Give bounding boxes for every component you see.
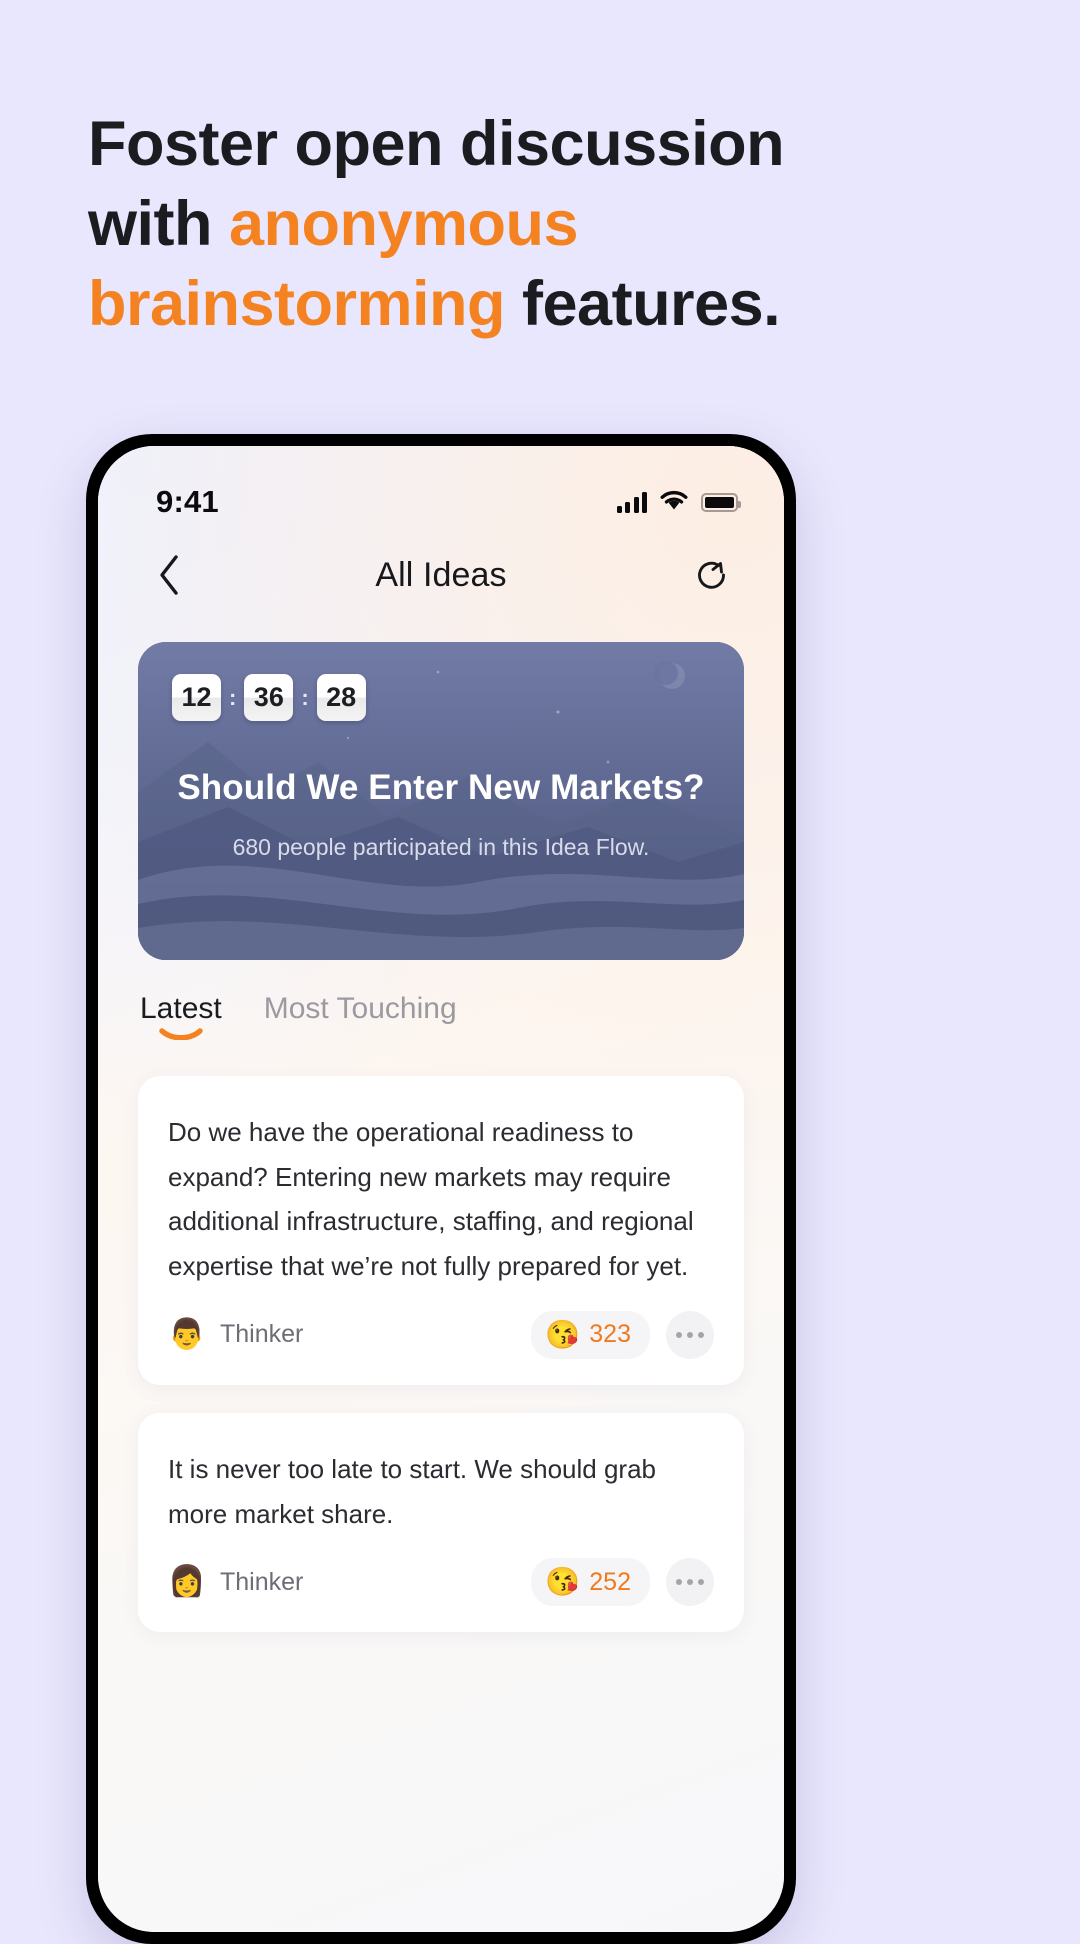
headline-line-1: Foster open discussion bbox=[88, 109, 785, 179]
phone-mockup: 9:41 All Ideas 12: 36: 28 Should We En… bbox=[86, 434, 796, 1944]
sort-tabs: Latest Most Touching bbox=[140, 992, 457, 1040]
kissing-heart-emoji-icon: 😘 bbox=[545, 1318, 581, 1350]
reaction-button[interactable]: 😘 323 bbox=[531, 1310, 650, 1359]
headline-line-3-plain: features. bbox=[505, 269, 781, 339]
status-bar: 9:41 bbox=[98, 446, 784, 532]
tab-most-touching-label: Most Touching bbox=[263, 992, 457, 1025]
page-headline: Foster open discussion with anonymous br… bbox=[88, 104, 988, 344]
idea-text: Do we have the operational readiness to … bbox=[168, 1117, 694, 1282]
more-options-button[interactable] bbox=[666, 1558, 714, 1607]
idea-text: It is never too late to start. We should… bbox=[168, 1453, 656, 1529]
countdown-timer: 12 : 36 : 28 bbox=[172, 674, 710, 721]
page-title: All Ideas bbox=[375, 555, 507, 594]
avatar-person-icon: 👩 bbox=[168, 1565, 206, 1599]
cellular-signal-icon bbox=[616, 491, 647, 513]
idea-card[interactable]: Do we have the operational readiness to … bbox=[138, 1076, 744, 1385]
nav-bar: All Ideas bbox=[98, 532, 784, 618]
avatar-person-icon: 👨 bbox=[168, 1317, 206, 1351]
hero-title: Should We Enter New Markets? bbox=[177, 768, 705, 807]
hero-participants-text: 680 people participated in this Idea Flo… bbox=[232, 834, 650, 860]
status-bar-time: 9:41 bbox=[156, 484, 219, 519]
tab-active-underline-icon bbox=[159, 1028, 203, 1040]
tab-most-touching[interactable]: Most Touching bbox=[264, 992, 457, 1036]
idea-author-name: Thinker bbox=[220, 1320, 304, 1349]
more-options-button[interactable] bbox=[666, 1310, 714, 1359]
status-bar-icons bbox=[616, 489, 741, 516]
back-button[interactable] bbox=[142, 548, 196, 602]
tab-latest-label: Latest bbox=[140, 992, 222, 1025]
idea-card-footer: 👩 Thinker 😘 252 bbox=[168, 1558, 714, 1607]
idea-card-footer: 👨 Thinker 😘 323 bbox=[168, 1310, 714, 1359]
headline-line-3-accent: brainstorming bbox=[88, 269, 506, 339]
battery-icon bbox=[701, 492, 741, 512]
idea-flow-hero-card[interactable]: 12 : 36 : 28 Should We Enter New Markets… bbox=[138, 642, 744, 960]
kissing-heart-emoji-icon: 😘 bbox=[545, 1566, 581, 1598]
idea-card[interactable]: It is never too late to start. We should… bbox=[138, 1412, 744, 1633]
countdown-separator-1: : bbox=[229, 684, 237, 710]
phone-screen: 9:41 All Ideas 12: 36: 28 Should We En… bbox=[98, 446, 784, 1932]
headline-line-2-plain: with bbox=[88, 189, 229, 259]
share-button[interactable] bbox=[686, 548, 740, 602]
countdown-seconds: 28 bbox=[316, 674, 366, 721]
reaction-count: 323 bbox=[589, 1320, 631, 1349]
countdown-separator-2: : bbox=[301, 684, 309, 710]
idea-author: 👩 Thinker bbox=[168, 1563, 303, 1601]
countdown-hours: 12 bbox=[172, 674, 221, 721]
idea-actions: 😘 252 bbox=[531, 1558, 714, 1607]
reaction-count: 252 bbox=[589, 1567, 631, 1596]
idea-author: 👨 Thinker bbox=[168, 1316, 303, 1354]
idea-actions: 😘 323 bbox=[531, 1310, 714, 1359]
wifi-icon bbox=[659, 489, 689, 516]
countdown-minutes: 36 bbox=[244, 674, 294, 721]
reaction-button[interactable]: 😘 252 bbox=[531, 1558, 650, 1607]
tab-latest[interactable]: Latest bbox=[140, 992, 222, 1040]
headline-line-2-accent: anonymous bbox=[228, 189, 579, 259]
idea-author-name: Thinker bbox=[220, 1567, 304, 1596]
idea-list: Do we have the operational readiness to … bbox=[138, 1076, 744, 1660]
